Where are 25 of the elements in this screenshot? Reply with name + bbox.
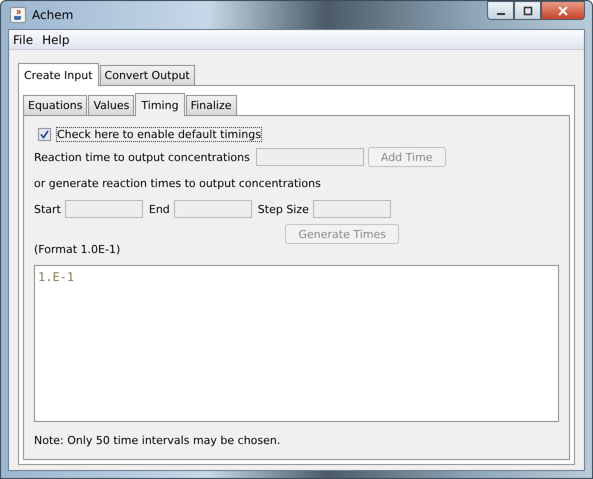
tab[interactable]: Values xyxy=(88,95,134,115)
field-label: End xyxy=(148,202,170,216)
checkbox[interactable] xyxy=(38,128,51,140)
tab[interactable]: Create Input xyxy=(18,63,99,86)
note-text: Note: Only 50 time intervals may be chosen. xyxy=(34,433,282,449)
cup-icon xyxy=(10,7,26,23)
menu-item[interactable]: File xyxy=(13,32,34,46)
checkbox-label: Check here to enable default timings xyxy=(57,128,261,140)
field-label: Step Size xyxy=(258,202,309,216)
tab[interactable]: Convert Output xyxy=(100,65,195,85)
field-label: Start xyxy=(34,202,61,216)
minimize-button[interactable] xyxy=(487,1,514,20)
maximize-icon xyxy=(522,6,532,16)
maximize-button[interactable] xyxy=(514,1,541,20)
field-label: Reaction time to output concentrations xyxy=(34,150,250,164)
close-button[interactable] xyxy=(541,1,585,20)
section-label: or generate reaction times to output concentrations xyxy=(34,176,321,190)
minimize-icon xyxy=(496,12,504,14)
tab[interactable]: Timing xyxy=(135,93,185,116)
tab[interactable]: Finalize xyxy=(186,95,237,115)
tab[interactable]: Equations xyxy=(23,95,88,115)
menu-item[interactable]: Help xyxy=(42,32,70,46)
window-title: Achem xyxy=(32,8,74,22)
format-hint: (Format 1.0E-1) xyxy=(34,243,120,256)
close-icon xyxy=(557,6,569,16)
